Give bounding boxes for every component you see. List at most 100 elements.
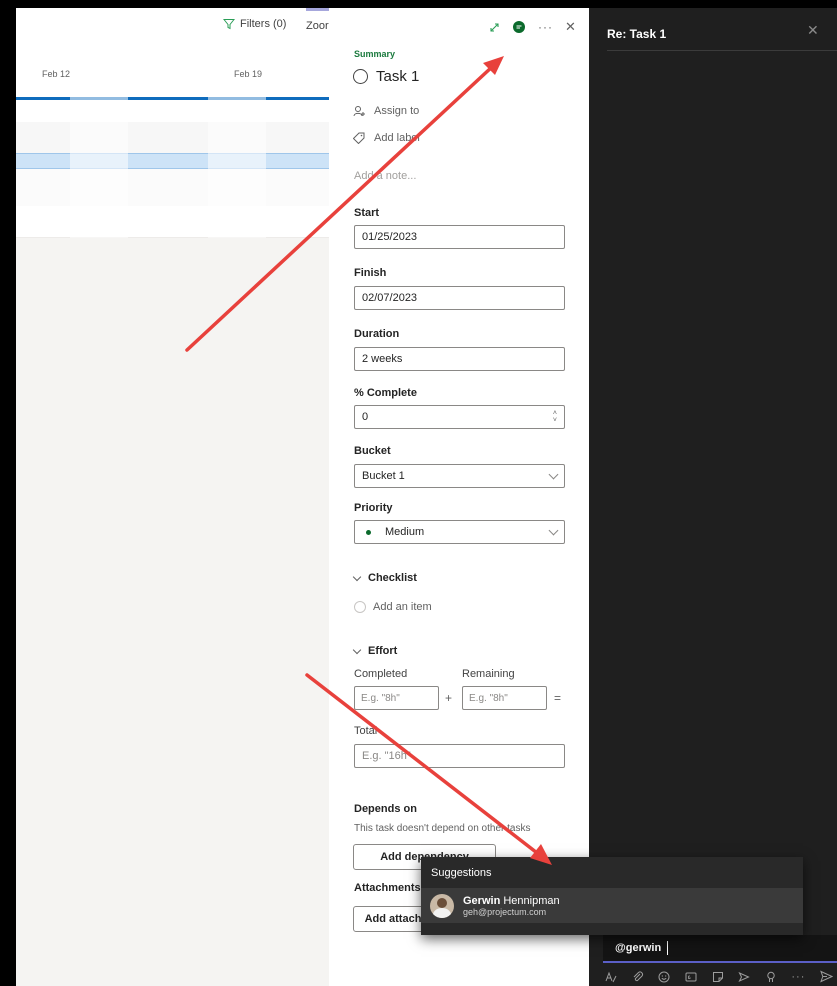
priority-value: Medium (385, 526, 425, 538)
start-label: Start (354, 207, 380, 219)
duration-value: 2 weeks (362, 353, 403, 365)
suggestion-email: geh@projectum.com (463, 907, 547, 917)
close-icon[interactable]: ✕ (807, 22, 819, 39)
text-caret (667, 941, 668, 955)
chat-icon[interactable] (512, 20, 526, 34)
more-options-icon[interactable]: ··· (538, 20, 553, 34)
priority-dropdown[interactable]: Medium (354, 520, 565, 544)
summary-task-bar[interactable] (16, 97, 330, 100)
total-effort-input[interactable]: E.g. "16h" (354, 744, 565, 768)
complete-checkbox[interactable] (353, 69, 368, 84)
checklist-toggle[interactable]: Checklist (352, 572, 417, 584)
task-title[interactable]: Task 1 (353, 68, 419, 85)
completed-label: Completed (354, 668, 408, 680)
start-date-value: 01/25/2023 (362, 231, 418, 243)
close-icon[interactable]: ✕ (565, 19, 576, 35)
task-title-text: Task 1 (376, 68, 420, 85)
filter-icon (223, 19, 235, 30)
percent-complete-label: % Complete (354, 387, 417, 399)
chevron-down-icon (548, 525, 559, 535)
send-icon[interactable] (820, 970, 833, 983)
chat-title: Re: Task 1 (607, 27, 667, 41)
checklist-label: Checklist (368, 572, 417, 584)
filters-button[interactable]: Filters (0) (223, 18, 286, 30)
summary-label: Summary (354, 49, 396, 59)
add-checklist-item[interactable]: Add an item (354, 601, 432, 613)
finish-label: Finish (354, 267, 387, 279)
suggestions-title: Suggestions (431, 867, 492, 879)
date-label: Feb 12 (42, 69, 71, 79)
suggestion-name-rest: Hennipman (503, 895, 560, 907)
completed-effort-input[interactable]: E.g. "8h" (354, 686, 439, 710)
praise-icon[interactable] (765, 971, 777, 983)
add-label-text: Add label (374, 132, 420, 144)
depends-on-text: This task doesn't depend on other tasks (354, 823, 531, 834)
timeline-row[interactable] (16, 206, 330, 238)
depends-on-label: Depends on (354, 803, 417, 815)
timeline-date-header: Feb 12 Feb 19 (16, 46, 330, 94)
remaining-label: Remaining (462, 668, 515, 680)
attach-icon[interactable] (632, 971, 644, 983)
suggestion-name: Gerwin Hennipman (463, 895, 560, 907)
toolbar-accent-strip (306, 8, 330, 11)
plus-sign: + (445, 691, 453, 705)
task-details-panel: ··· ✕ Summary Task 1 Assign to Add label… (329, 8, 589, 986)
timeline-row[interactable] (16, 122, 330, 153)
expand-icon[interactable] (489, 22, 500, 33)
priority-dot-icon (366, 529, 371, 535)
avatar (430, 894, 454, 918)
attachments-label: Attachments (354, 882, 421, 894)
priority-label: Priority (354, 502, 393, 514)
spin-buttons[interactable]: ˄ ˅ (553, 410, 557, 424)
finish-date-field[interactable]: 02/07/2023 (354, 286, 565, 310)
checklist-circle-icon (354, 601, 366, 613)
mention-suggestions-popup: Suggestions Gerwin Hennipman geh@project… (421, 857, 803, 935)
add-label-button[interactable]: Add label (353, 132, 420, 144)
equals-sign: = (554, 691, 562, 705)
compose-toolbar: ··· (605, 970, 833, 983)
filters-label: Filters (0) (240, 18, 287, 30)
assign-label: Assign to (374, 105, 420, 117)
zoom-button[interactable]: Zoor (306, 20, 329, 32)
panel-header-actions: ··· ✕ (489, 19, 576, 35)
assign-button[interactable]: Assign to (353, 105, 419, 117)
chevron-down-icon (548, 469, 559, 479)
timeline-toolbar: Filters (0) Zoor (16, 8, 330, 46)
duration-field[interactable]: 2 weeks (354, 347, 565, 371)
chevron-down-icon (352, 572, 362, 581)
note-field[interactable]: Add a note... (354, 170, 416, 182)
chat-divider (607, 50, 837, 51)
remaining-effort-input[interactable]: E.g. "8h" (462, 686, 547, 710)
spin-up-icon[interactable]: ˄ (553, 410, 557, 417)
finish-date-value: 02/07/2023 (362, 292, 418, 304)
task-bar[interactable] (16, 153, 330, 169)
effort-label: Effort (368, 645, 398, 657)
schedule-icon[interactable] (738, 971, 750, 983)
start-date-field[interactable]: 01/25/2023 (354, 225, 565, 249)
gif-icon[interactable] (685, 971, 697, 983)
chevron-down-icon (352, 645, 362, 654)
format-icon[interactable] (605, 971, 617, 983)
emoji-icon[interactable] (658, 971, 670, 983)
suggestion-item[interactable]: Gerwin Hennipman geh@projectum.com (421, 888, 803, 923)
more-options-icon[interactable]: ··· (791, 971, 805, 983)
timeline-view: Filters (0) Zoor Feb 12 Feb 19 (16, 8, 330, 986)
sticker-icon[interactable] (712, 971, 724, 983)
percent-complete-field[interactable]: 0 ˄ ˅ (354, 405, 565, 429)
tag-icon (353, 132, 365, 144)
timeline-row[interactable] (16, 169, 330, 206)
percent-complete-value: 0 (362, 411, 369, 423)
total-effort-placeholder: E.g. "16h" (362, 750, 411, 762)
compose-box[interactable]: @gerwin (603, 935, 837, 963)
bucket-dropdown[interactable]: Bucket 1 (354, 464, 565, 488)
compose-text: @gerwin (615, 942, 662, 954)
suggestion-name-match: Gerwin (463, 895, 501, 907)
date-label: Feb 19 (234, 69, 263, 79)
duration-label: Duration (354, 328, 400, 340)
effort-toggle[interactable]: Effort (352, 645, 398, 657)
bucket-label: Bucket (354, 445, 391, 457)
person-add-icon (353, 106, 365, 117)
add-item-label: Add an item (373, 601, 432, 613)
spin-down-icon[interactable]: ˅ (553, 417, 557, 424)
bucket-value: Bucket 1 (362, 470, 405, 482)
